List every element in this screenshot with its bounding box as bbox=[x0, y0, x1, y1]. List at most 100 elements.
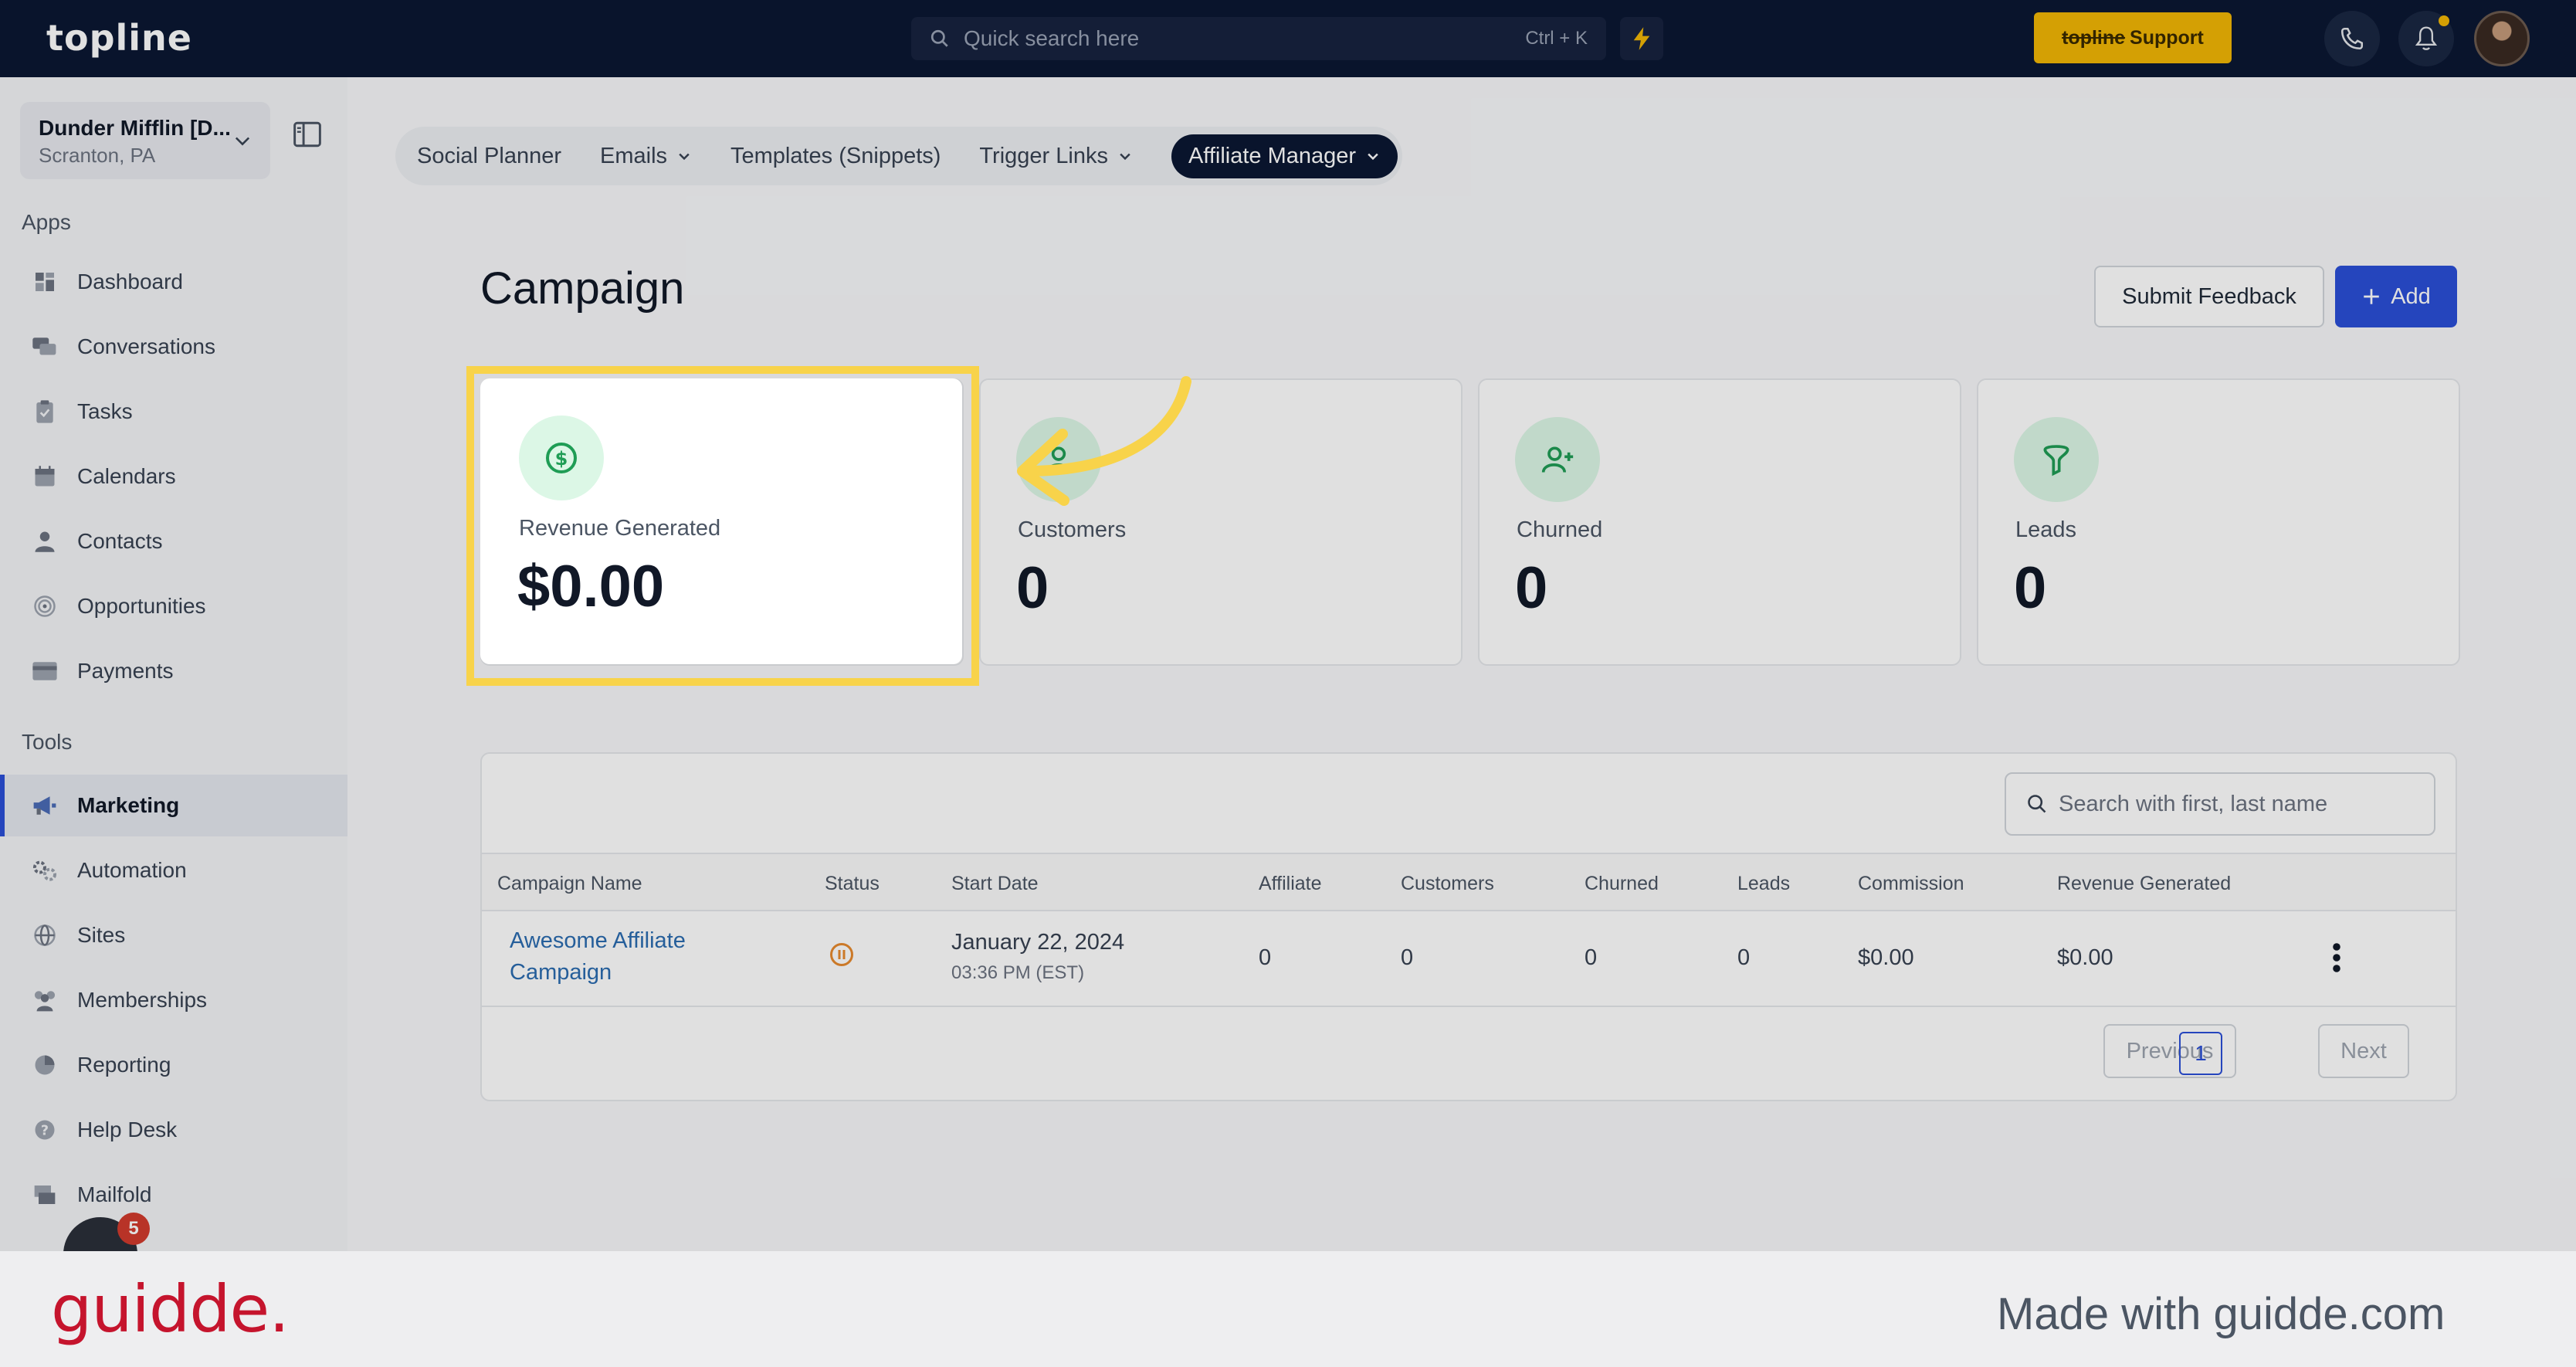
page-number-button[interactable]: 1 bbox=[2179, 1032, 2222, 1075]
search-placeholder: Quick search here bbox=[964, 26, 1140, 50]
stat-value: 0 bbox=[1016, 555, 1049, 621]
phone-button[interactable] bbox=[2324, 11, 2380, 66]
chevron-down-icon bbox=[679, 153, 690, 161]
guidde-logo[interactable]: guidde. bbox=[51, 1271, 290, 1347]
add-button[interactable]: Add bbox=[2335, 266, 2457, 327]
apps-section-header: Apps bbox=[22, 210, 71, 234]
next-page-button[interactable]: Next bbox=[2318, 1024, 2409, 1078]
marketing-tabs: Social Planner Emails Templates (Snippet… bbox=[395, 127, 1403, 185]
column-header: Customers bbox=[1401, 873, 1494, 894]
tab-social-planner[interactable]: Social Planner bbox=[417, 144, 561, 169]
stat-label: Leads bbox=[2015, 517, 2077, 542]
column-header: Revenue Generated bbox=[2057, 873, 2232, 894]
megaphone-icon bbox=[31, 792, 59, 819]
tools-section-header: Tools bbox=[22, 730, 73, 754]
campaign-name-line: Campaign bbox=[510, 960, 612, 985]
dashboard-icon bbox=[31, 268, 59, 296]
sidebar: Dunder Mifflin [D... Scranton, PA Apps D… bbox=[0, 77, 347, 1251]
churned-count: 0 bbox=[1585, 945, 1598, 970]
customers-count: 0 bbox=[1401, 945, 1414, 970]
campaign-name-link[interactable]: Awesome Affiliate Campaign bbox=[510, 928, 686, 985]
sidebar-item-contacts[interactable]: Contacts bbox=[0, 511, 347, 572]
bell-icon bbox=[2415, 26, 2438, 50]
sidebar-item-label: Sites bbox=[77, 923, 126, 947]
tab-templates[interactable]: Templates (Snippets) bbox=[730, 144, 941, 169]
sidebar-item-calendars[interactable]: Calendars bbox=[0, 446, 347, 507]
quick-action-button[interactable] bbox=[1620, 17, 1663, 60]
tab-affiliate-manager[interactable]: Affiliate Manager bbox=[1171, 134, 1398, 178]
footer-bar: guidde. Made with guidde.com bbox=[0, 1251, 2576, 1367]
support-label: Support bbox=[2130, 26, 2204, 49]
notification-dot bbox=[2439, 15, 2449, 26]
stat-label: Churned bbox=[1517, 517, 1603, 542]
funnel-icon bbox=[2014, 417, 2099, 502]
page-title: Campaign bbox=[480, 263, 685, 314]
table-search-input[interactable]: Search with first, last name bbox=[2005, 772, 2435, 836]
sidebar-item-dashboard[interactable]: Dashboard bbox=[0, 251, 347, 313]
question-icon: ? bbox=[31, 1116, 59, 1144]
more-options-icon[interactable] bbox=[2332, 942, 2341, 973]
sidebar-item-memberships[interactable]: Memberships bbox=[0, 969, 347, 1031]
search-icon bbox=[930, 29, 948, 47]
tab-trigger-links[interactable]: Trigger Links bbox=[979, 144, 1133, 169]
commission-value: $0.00 bbox=[1858, 945, 1914, 970]
campaign-name-line: Awesome Affiliate bbox=[510, 928, 686, 953]
user-plus-icon bbox=[1515, 417, 1600, 502]
column-header: Start Date bbox=[951, 873, 1039, 894]
tab-emails[interactable]: Emails bbox=[600, 144, 692, 169]
stat-value: 0 bbox=[1515, 555, 1548, 621]
account-switcher[interactable]: Dunder Mifflin [D... Scranton, PA bbox=[20, 102, 270, 179]
sidebar-item-automation[interactable]: Automation bbox=[0, 840, 347, 901]
highlight-frame bbox=[466, 366, 979, 686]
top-bar: topline Quick search here Ctrl + K topli… bbox=[0, 0, 2576, 77]
user-avatar[interactable] bbox=[2474, 11, 2530, 66]
sidebar-item-marketing[interactable]: Marketing bbox=[0, 775, 347, 836]
column-header: Leads bbox=[1737, 873, 1791, 894]
chevron-down-icon bbox=[1120, 153, 1130, 161]
start-time: 03:36 PM (EST) bbox=[951, 962, 1085, 983]
globe-icon bbox=[31, 921, 59, 949]
user-icon bbox=[31, 527, 59, 555]
quick-search[interactable]: Quick search here Ctrl + K bbox=[911, 17, 1606, 60]
submit-feedback-button[interactable]: Submit Feedback bbox=[2094, 266, 2324, 327]
sidebar-item-opportunities[interactable]: Opportunities bbox=[0, 575, 347, 637]
sidebar-item-label: Reporting bbox=[77, 1053, 171, 1077]
chevron-down-icon bbox=[235, 137, 250, 146]
svg-text:?: ? bbox=[41, 1123, 49, 1138]
table-header: Campaign Name Status Start Date Affiliat… bbox=[482, 853, 2456, 911]
sidebar-item-reporting[interactable]: Reporting bbox=[0, 1034, 347, 1096]
column-header: Status bbox=[825, 873, 880, 894]
stat-card-leads: Leads 0 bbox=[1977, 378, 2460, 666]
sidebar-item-label: Help Desk bbox=[77, 1118, 178, 1141]
sidebar-item-label: Contacts bbox=[77, 529, 163, 553]
sidebar-item-payments[interactable]: Payments bbox=[0, 640, 347, 702]
column-header: Campaign Name bbox=[497, 873, 642, 894]
sidebar-item-label: Memberships bbox=[77, 988, 208, 1012]
search-shortcut: Ctrl + K bbox=[1525, 28, 1588, 49]
clipboard-icon bbox=[31, 398, 59, 426]
support-button[interactable]: topline Support bbox=[2034, 12, 2232, 63]
table-row: Awesome Affiliate Campaign January 22, 2… bbox=[482, 911, 2456, 1007]
sidebar-item-help-desk[interactable]: ? Help Desk bbox=[0, 1099, 347, 1161]
sidebar-item-tasks[interactable]: Tasks bbox=[0, 381, 347, 443]
sidebar-item-mailfold[interactable]: Mailfold bbox=[0, 1164, 347, 1226]
support-brand: topline bbox=[2062, 26, 2126, 49]
sidebar-item-label: Opportunities bbox=[77, 594, 206, 618]
app-logo[interactable]: topline bbox=[46, 17, 192, 59]
column-header: Affiliate bbox=[1259, 873, 1322, 894]
credit-card-icon bbox=[31, 657, 59, 685]
column-header: Commission bbox=[1858, 873, 1964, 894]
mail-stack-icon bbox=[31, 1181, 59, 1209]
calendar-icon bbox=[31, 463, 59, 490]
sidebar-item-label: Dashboard bbox=[77, 270, 183, 293]
tab-label: Trigger Links bbox=[979, 143, 1108, 168]
pie-chart-icon bbox=[31, 1051, 59, 1079]
lightning-icon bbox=[1633, 27, 1650, 50]
sidebar-item-sites[interactable]: Sites bbox=[0, 904, 347, 966]
search-icon bbox=[2028, 795, 2046, 813]
chat-icon bbox=[31, 333, 59, 361]
sidebar-collapse-icon[interactable] bbox=[292, 120, 323, 148]
sidebar-item-label: Conversations bbox=[77, 334, 215, 358]
sidebar-item-conversations[interactable]: Conversations bbox=[0, 316, 347, 378]
column-header: Churned bbox=[1585, 873, 1659, 894]
